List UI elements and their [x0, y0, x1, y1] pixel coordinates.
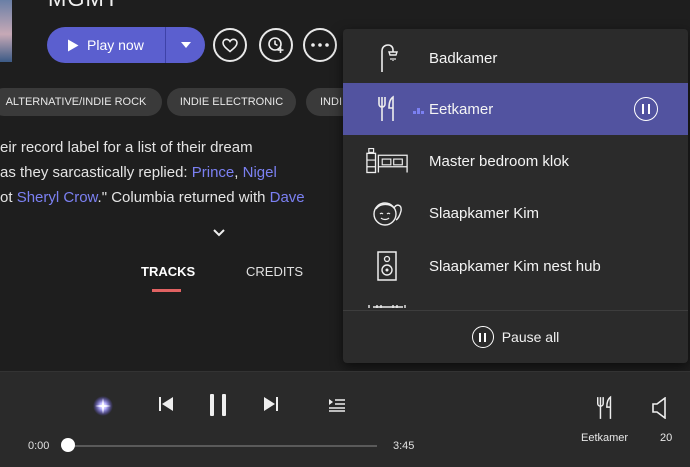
genre-tag[interactable]: INDIE ELECTRONIC — [167, 88, 296, 116]
bio-link-prince[interactable]: Prince — [192, 164, 235, 181]
room-item-badkamer[interactable]: Badkamer — [343, 32, 688, 84]
ellipsis-icon — [311, 43, 329, 47]
active-tab-indicator — [152, 289, 181, 292]
pause-all-button[interactable]: Pause all — [343, 311, 688, 363]
bio-text: ot — [0, 189, 17, 206]
bio-text: as they sarcastically replied: — [0, 164, 192, 181]
favorite-button[interactable] — [213, 28, 247, 62]
room-label: Slaapkamer Kim nest hub — [429, 257, 601, 275]
output-room-button[interactable] — [595, 395, 615, 426]
play-now-button[interactable]: Play now — [47, 27, 205, 63]
volume-button[interactable] — [651, 396, 669, 424]
artist-name[interactable]: MGMT — [48, 0, 119, 12]
room-item-master-bedroom-klok[interactable]: Master bedroom klok — [343, 135, 688, 187]
partial-room-icon — [367, 300, 407, 308]
album-art[interactable] — [0, 0, 12, 62]
heart-icon — [222, 37, 238, 53]
tab-credits[interactable]: CREDITS — [246, 264, 303, 279]
bio-line: eir record label for a list of their dre… — [0, 139, 253, 156]
pause-all-label: Pause all — [501, 329, 560, 345]
fork-knife-icon — [597, 395, 612, 419]
pause-button[interactable] — [209, 394, 227, 421]
bio-text: eir record label for a list of their dre… — [0, 139, 253, 156]
bio-text: ." Columbia returned with — [97, 189, 270, 206]
play-now-label: Play now — [87, 37, 144, 53]
room-select-menu: Badkamer Eetkamer Master bedroom klok Sl… — [343, 29, 688, 363]
pause-icon — [642, 104, 650, 114]
caret-down-icon — [180, 42, 191, 48]
sparkle-icon[interactable] — [92, 395, 114, 422]
room-pause-button[interactable] — [634, 97, 658, 121]
more-options-button[interactable] — [303, 28, 337, 62]
progress-track[interactable] — [68, 445, 377, 447]
queue-button[interactable] — [328, 398, 346, 417]
room-label: Eetkamer — [429, 100, 494, 118]
room-item-slaapkamer-kim[interactable]: Slaapkamer Kim — [343, 187, 688, 239]
elapsed-time: 0:00 — [28, 440, 50, 452]
pause-circle-icon — [471, 326, 494, 348]
tab-tracks[interactable]: TRACKS — [141, 264, 195, 279]
add-to-queue-button[interactable] — [259, 28, 293, 62]
bedroom-icon — [365, 141, 409, 181]
now-playing-icon — [413, 108, 424, 114]
genre-tag[interactable]: ALTERNATIVE/INDIE ROCK — [0, 88, 162, 116]
bio-link-dave[interactable]: Dave — [270, 189, 305, 206]
shower-icon — [365, 38, 409, 78]
skip-previous-icon — [159, 397, 173, 411]
play-icon — [68, 39, 79, 51]
next-track-button[interactable] — [263, 396, 279, 417]
bio-line: as they sarcastically replied: Prince, N… — [0, 164, 277, 181]
speaker-volume-icon — [652, 396, 666, 420]
clock-add-icon — [268, 37, 284, 53]
duration-time: 3:45 — [393, 440, 415, 452]
room-label: Slaapkamer Kim — [429, 204, 540, 222]
bio-line: ot Sheryl Crow." Columbia returned with … — [0, 189, 305, 206]
bio-text: , — [234, 164, 243, 181]
child-face-icon — [365, 193, 409, 233]
pause-icon — [210, 394, 226, 416]
output-room-label[interactable]: Eetkamer — [581, 432, 628, 444]
play-now-main[interactable]: Play now — [47, 27, 165, 63]
progress-handle[interactable] — [61, 438, 75, 452]
speaker-icon — [365, 246, 409, 286]
volume-level: 20 — [660, 432, 673, 444]
skip-next-icon — [264, 397, 278, 411]
room-item-slaapkamer-kim-nest-hub[interactable]: Slaapkamer Kim nest hub — [343, 240, 688, 292]
fork-knife-icon — [365, 89, 409, 129]
room-item-eetkamer[interactable]: Eetkamer — [343, 83, 688, 135]
bio-link-sheryl-crow[interactable]: Sheryl Crow — [17, 189, 98, 206]
chevron-down-icon — [213, 229, 225, 237]
play-options-dropdown[interactable] — [166, 27, 205, 63]
previous-track-button[interactable] — [158, 396, 174, 417]
expand-bio-button[interactable] — [212, 224, 226, 242]
room-label: Badkamer — [429, 49, 498, 67]
queue-icon — [329, 399, 345, 412]
bio-link-nigel[interactable]: Nigel — [243, 164, 277, 181]
room-label: Master bedroom klok — [429, 152, 570, 170]
